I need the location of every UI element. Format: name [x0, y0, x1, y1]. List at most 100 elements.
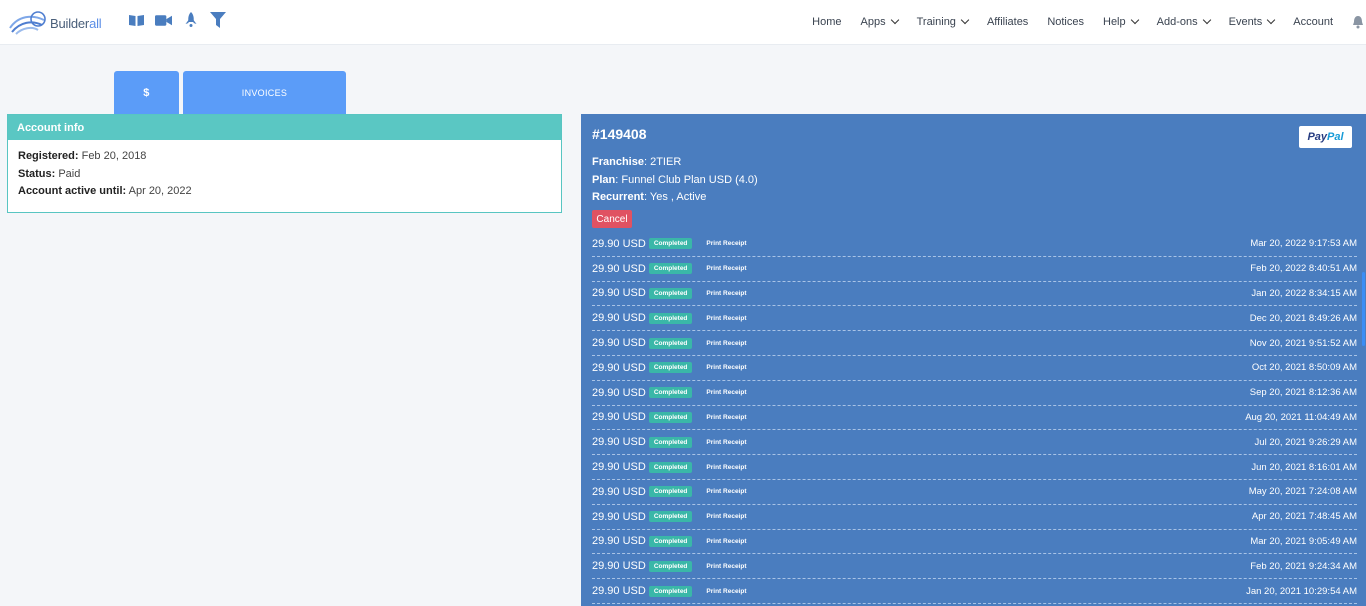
payment-amount: 29.90 USD	[592, 312, 646, 325]
payment-date: Feb 20, 2022 8:40:51 AM	[1250, 263, 1357, 275]
print-receipt-button[interactable]: Print Receipt	[704, 411, 749, 423]
top-bar: Builderall Home Apps Training Affiliates…	[0, 0, 1366, 45]
payment-date: Mar 20, 2022 9:17:53 AM	[1250, 238, 1357, 250]
print-receipt-button[interactable]: Print Receipt	[704, 263, 749, 275]
chevron-down-icon	[890, 15, 899, 25]
print-receipt-button[interactable]: Print Receipt	[704, 560, 749, 572]
nav-affiliates[interactable]: Affiliates	[987, 16, 1028, 28]
payment-row: 29.90 USD Completed Print Receipt Feb 20, 2…	[592, 554, 1357, 580]
status-badge: Completed	[648, 436, 693, 448]
brand-name: Builderall	[50, 15, 102, 31]
print-receipt-button[interactable]: Print Receipt	[704, 461, 749, 473]
account-info-card: Account info Registered: Feb 20, 2018 St…	[7, 114, 562, 213]
tab-invoices[interactable]: INVOICES	[183, 71, 346, 114]
payment-row: 29.90 USD Completed Print Receipt Jan 20, 2…	[592, 579, 1357, 604]
payment-row: 29.90 USD Completed Print Receipt May 20, 2…	[592, 480, 1357, 505]
payment-row: 29.90 USD Completed Print Receipt Nov 20, 2…	[592, 331, 1357, 356]
status-row: Status: Paid	[18, 167, 81, 180]
status-badge: Completed	[648, 511, 693, 523]
print-receipt-button[interactable]: Print Receipt	[704, 362, 749, 374]
payment-row: 29.90 USD Completed Print Receipt Jul 20, 2…	[592, 430, 1357, 456]
payment-date: Jan 20, 2022 8:34:15 AM	[1251, 287, 1357, 299]
filter-icon[interactable]	[209, 11, 226, 29]
nav-training[interactable]: Training	[917, 15, 970, 28]
account-info-title: Account info	[8, 115, 561, 140]
nav-apps[interactable]: Apps	[861, 15, 899, 28]
print-receipt-button[interactable]: Print Receipt	[704, 511, 749, 523]
status-badge: Completed	[648, 411, 693, 423]
book-icon[interactable]	[128, 11, 145, 29]
chevron-down-icon	[1267, 15, 1276, 25]
status-badge: Completed	[648, 337, 693, 349]
status-badge: Completed	[648, 263, 693, 275]
payment-row: 29.90 USD Completed Print Receipt Jan 20, 2…	[592, 282, 1357, 307]
payment-date: Apr 20, 2021 7:48:45 AM	[1251, 511, 1357, 523]
payment-row: 29.90 USD Completed Print Receipt Feb 20, 2…	[592, 257, 1357, 282]
builderall-logo[interactable]: Builderall	[8, 9, 102, 37]
recurrent-value: Yes , Active	[649, 191, 707, 204]
payment-date: Oct 20, 2021 8:50:09 AM	[1251, 362, 1357, 374]
invoice-id: #149408	[592, 126, 647, 142]
print-receipt-button[interactable]: Print Receipt	[704, 585, 749, 597]
payment-amount: 29.90 USD	[592, 411, 646, 424]
video-camera-icon[interactable]	[155, 11, 172, 29]
status-badge: Completed	[648, 312, 693, 324]
payment-date: Jun 20, 2021 8:16:01 AM	[1251, 461, 1357, 473]
scrollbar[interactable]	[1362, 272, 1365, 346]
print-receipt-button[interactable]: Print Receipt	[704, 287, 749, 299]
account-info-body: Registered: Feb 20, 2018 Status: Paid Ac…	[8, 140, 561, 209]
cancel-button[interactable]: Cancel	[592, 210, 632, 228]
nav-account[interactable]: Account	[1293, 16, 1333, 28]
active-until-row: Account active until: Apr 20, 2022	[18, 185, 192, 197]
franchise-value: 2TIER	[650, 156, 682, 168]
status-badge: Completed	[648, 560, 693, 572]
payment-row: 29.90 USD Completed Print Receipt Mar 20, 2…	[592, 232, 1357, 257]
tab-dollar[interactable]: $	[114, 71, 179, 114]
payment-row: 29.90 USD Completed Print Receipt Aug 20, 2…	[592, 406, 1357, 431]
print-receipt-button[interactable]: Print Receipt	[704, 387, 749, 399]
nav-addons[interactable]: Add-ons	[1157, 15, 1211, 28]
registered-row: Registered: Feb 20, 2018	[18, 150, 147, 162]
payment-row: 29.90 USD Completed Print Receipt Mar 20, 2…	[592, 530, 1357, 555]
paypal-logo: Pay Pal	[1299, 126, 1352, 148]
status-badge: Completed	[648, 287, 693, 299]
print-receipt-button[interactable]: Print Receipt	[704, 486, 749, 498]
payment-amount: 29.90 USD	[592, 535, 646, 548]
nav-help[interactable]: Help	[1103, 15, 1139, 28]
payment-amount: 29.90 USD	[592, 361, 646, 374]
chevron-down-icon	[1202, 15, 1211, 25]
print-receipt-button[interactable]: Print Receipt	[704, 337, 749, 349]
payment-date: Jan 20, 2021 10:29:54 AM	[1246, 585, 1357, 597]
status-badge: Completed	[648, 238, 693, 250]
nav-events[interactable]: Events	[1229, 15, 1276, 28]
payment-amount: 29.90 USD	[592, 386, 646, 399]
payment-date: Jul 20, 2021 9:26:29 AM	[1254, 436, 1357, 448]
main-nav: Home Apps Training Affiliates Notices He…	[812, 0, 1366, 44]
rocket-icon[interactable]	[182, 11, 199, 29]
builderall-logo-icon	[9, 11, 46, 35]
payment-amount: 29.90 USD	[592, 461, 646, 474]
status-badge: Completed	[648, 585, 693, 597]
print-receipt-button[interactable]: Print Receipt	[704, 535, 749, 547]
payment-list: 29.90 USD Completed Print Receipt Mar 20, 2…	[592, 232, 1357, 604]
status-badge: Completed	[648, 535, 693, 547]
payment-date: Feb 20, 2021 9:24:34 AM	[1250, 560, 1357, 572]
active-until-value: Apr 20, 2022	[128, 185, 192, 197]
status-badge: Completed	[648, 486, 693, 498]
payment-amount: 29.90 USD	[592, 510, 646, 523]
payment-row: 29.90 USD Completed Print Receipt Oct 20, 2…	[592, 356, 1357, 381]
payment-date: Nov 20, 2021 9:51:52 AM	[1249, 337, 1357, 349]
toolbar-icons	[128, 11, 226, 29]
payment-row: 29.90 USD Completed Print Receipt Dec 20, 2…	[592, 306, 1357, 332]
print-receipt-button[interactable]: Print Receipt	[704, 238, 749, 250]
payment-date: May 20, 2021 7:24:08 AM	[1248, 486, 1357, 498]
nav-notices[interactable]: Notices	[1047, 16, 1084, 28]
status-badge: Completed	[648, 362, 693, 374]
print-receipt-button[interactable]: Print Receipt	[704, 436, 749, 448]
print-receipt-button[interactable]: Print Receipt	[704, 312, 749, 324]
registered-value: Feb 20, 2018	[81, 150, 147, 162]
chevron-down-icon	[960, 15, 970, 25]
nav-home[interactable]: Home	[812, 16, 841, 28]
invoice-meta: Franchise: 2TIER Plan: Funnel Club Plan …	[592, 154, 758, 207]
bell-icon[interactable]	[1352, 14, 1366, 30]
